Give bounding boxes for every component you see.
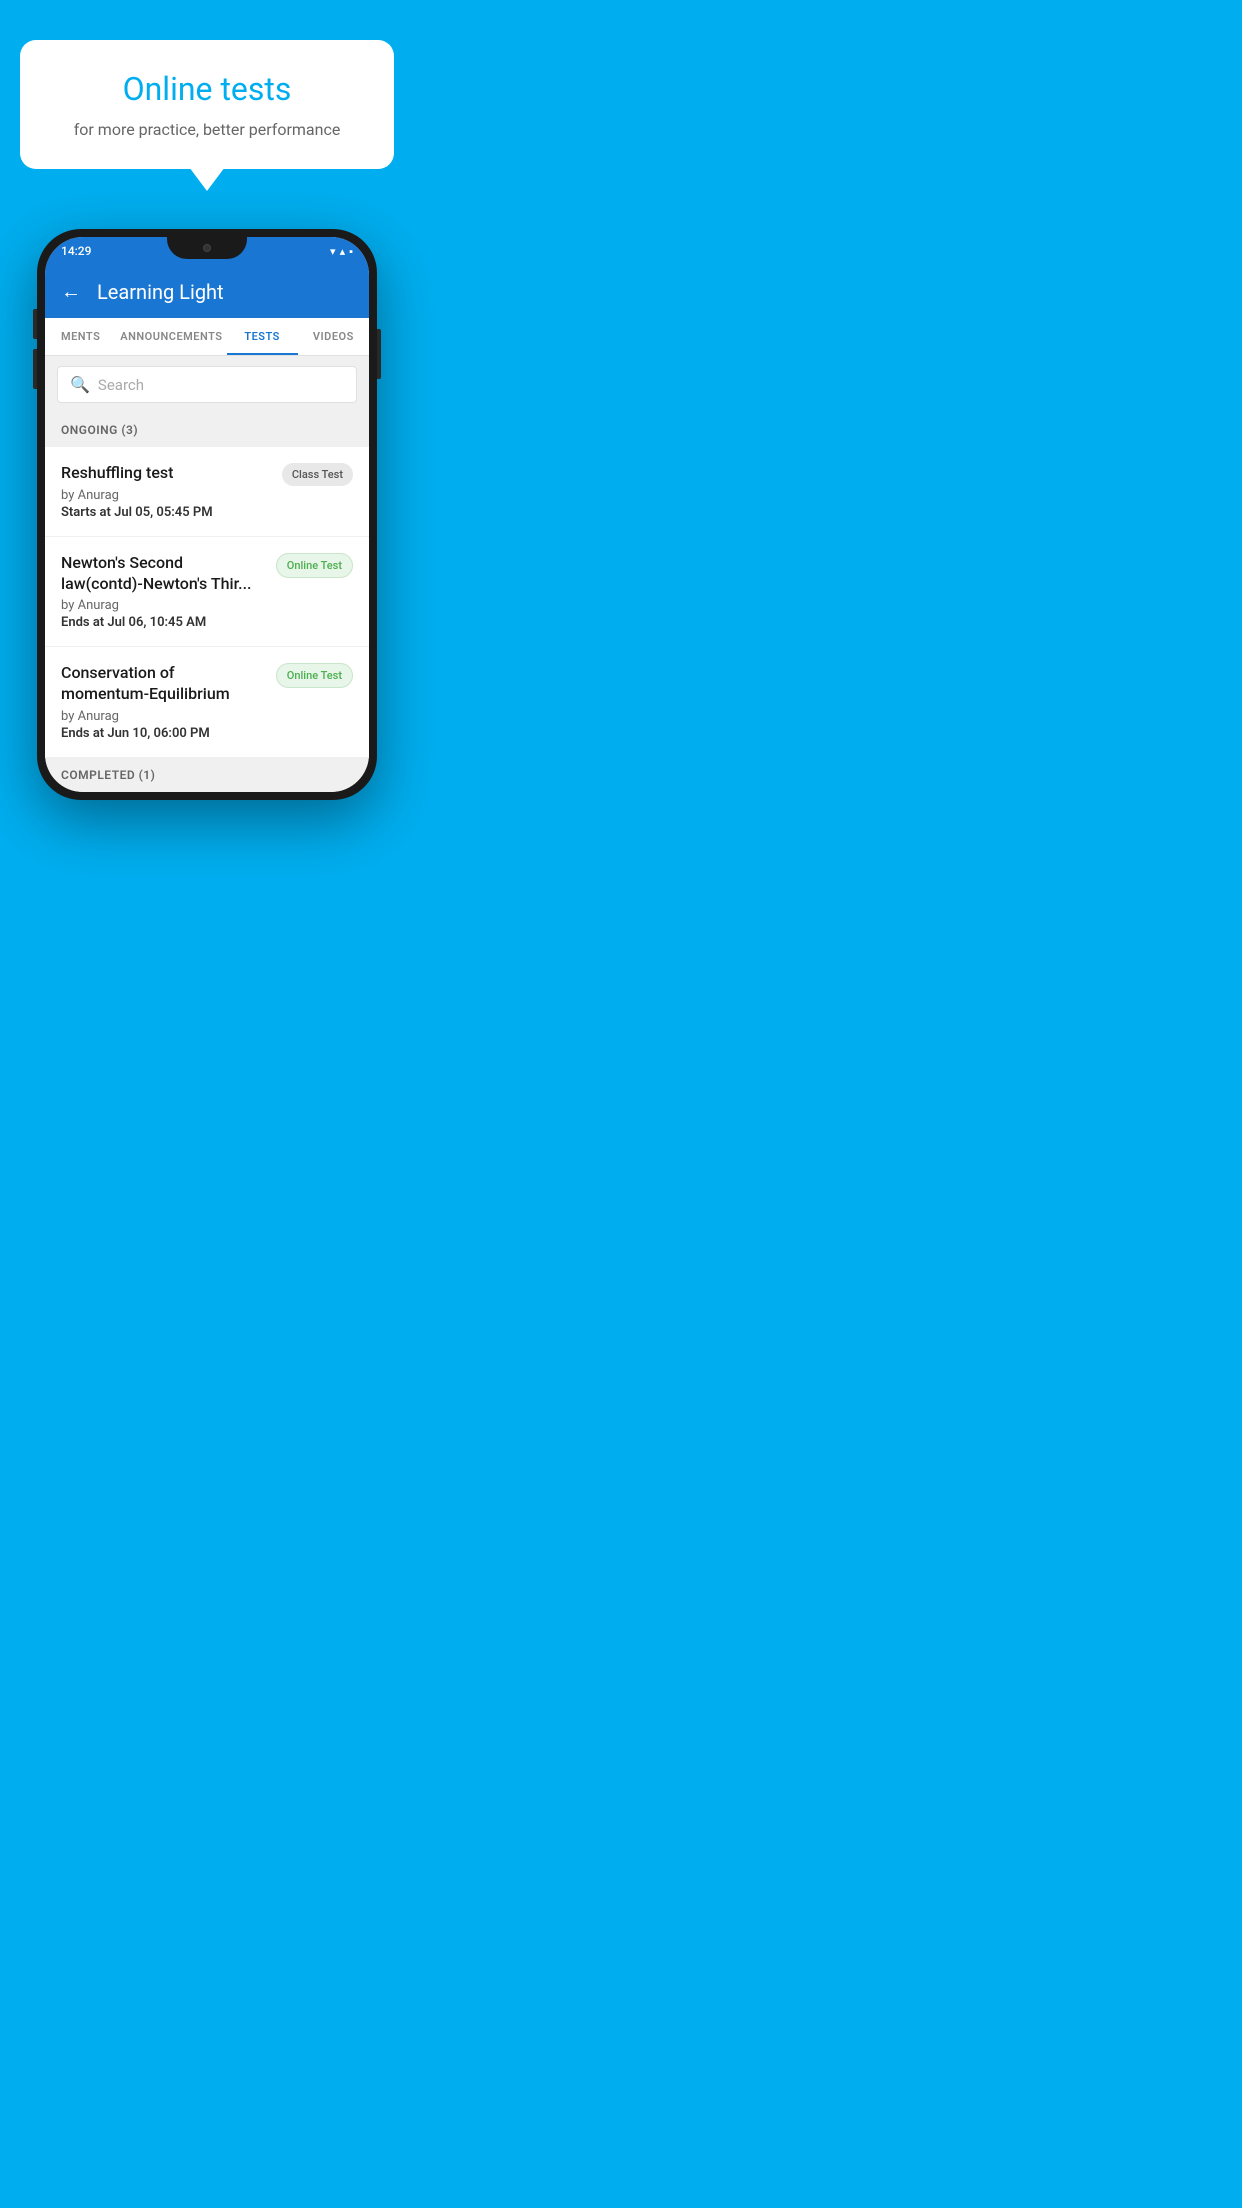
test-name: Reshuffling test xyxy=(61,463,272,484)
test-by: by Anurag xyxy=(61,488,272,503)
test-date: Ends at Jul 06, 10:45 AM xyxy=(61,615,266,630)
power-button xyxy=(377,329,381,379)
test-name: Conservation of momentum-Equilibrium xyxy=(61,663,266,705)
tab-ments[interactable]: MENTS xyxy=(45,318,116,355)
badge-online-test: Online Test xyxy=(276,663,353,688)
tests-list: Reshuffling test by Anurag Starts at Jul… xyxy=(45,447,369,758)
search-bar[interactable]: 🔍 Search xyxy=(57,366,357,403)
bubble-subtitle: for more practice, better performance xyxy=(60,120,354,139)
ongoing-section-header: ONGOING (3) xyxy=(45,413,369,447)
status-icons: ▾ ▴ ▪ xyxy=(330,245,353,258)
battery-icon: ▪ xyxy=(349,245,353,258)
test-date: Starts at Jul 05, 05:45 PM xyxy=(61,505,272,520)
search-icon: 🔍 xyxy=(70,375,90,394)
tab-videos[interactable]: VIDEOS xyxy=(298,318,369,355)
app-title: Learning Light xyxy=(97,280,224,304)
speech-bubble: Online tests for more practice, better p… xyxy=(20,40,394,169)
badge-class-test: Class Test xyxy=(282,463,353,486)
signal-icon: ▴ xyxy=(340,245,346,258)
tab-announcements[interactable]: ANNOUNCEMENTS xyxy=(116,318,226,355)
wifi-icon: ▾ xyxy=(330,245,336,258)
search-placeholder: Search xyxy=(98,376,144,394)
badge-online-test: Online Test xyxy=(276,553,353,578)
test-by: by Anurag xyxy=(61,709,266,724)
test-info: Newton's Second law(contd)-Newton's Thir… xyxy=(61,553,276,631)
completed-section-header: COMPLETED (1) xyxy=(45,758,369,792)
test-info: Conservation of momentum-Equilibrium by … xyxy=(61,663,276,741)
test-item[interactable]: Conservation of momentum-Equilibrium by … xyxy=(45,647,369,758)
camera xyxy=(203,244,211,252)
test-item[interactable]: Reshuffling test by Anurag Starts at Jul… xyxy=(45,447,369,537)
notch xyxy=(167,237,247,259)
tab-tests[interactable]: TESTS xyxy=(227,318,298,355)
test-by: by Anurag xyxy=(61,598,266,613)
phone-frame: 14:29 ▾ ▴ ▪ ← Learning Light MENTS xyxy=(37,229,377,800)
phone-mockup: 14:29 ▾ ▴ ▪ ← Learning Light MENTS xyxy=(37,229,377,800)
status-bar: 14:29 ▾ ▴ ▪ xyxy=(45,237,369,265)
status-time: 14:29 xyxy=(61,244,91,258)
test-item[interactable]: Newton's Second law(contd)-Newton's Thir… xyxy=(45,537,369,648)
phone-screen: 14:29 ▾ ▴ ▪ ← Learning Light MENTS xyxy=(45,237,369,792)
test-date: Ends at Jun 10, 06:00 PM xyxy=(61,726,266,741)
search-container: 🔍 Search xyxy=(45,356,369,413)
test-name: Newton's Second law(contd)-Newton's Thir… xyxy=(61,553,266,595)
bubble-title: Online tests xyxy=(60,70,354,108)
test-info: Reshuffling test by Anurag Starts at Jul… xyxy=(61,463,282,520)
back-button[interactable]: ← xyxy=(61,279,81,304)
app-header: ← Learning Light xyxy=(45,265,369,318)
tabs-bar: MENTS ANNOUNCEMENTS TESTS VIDEOS xyxy=(45,318,369,356)
